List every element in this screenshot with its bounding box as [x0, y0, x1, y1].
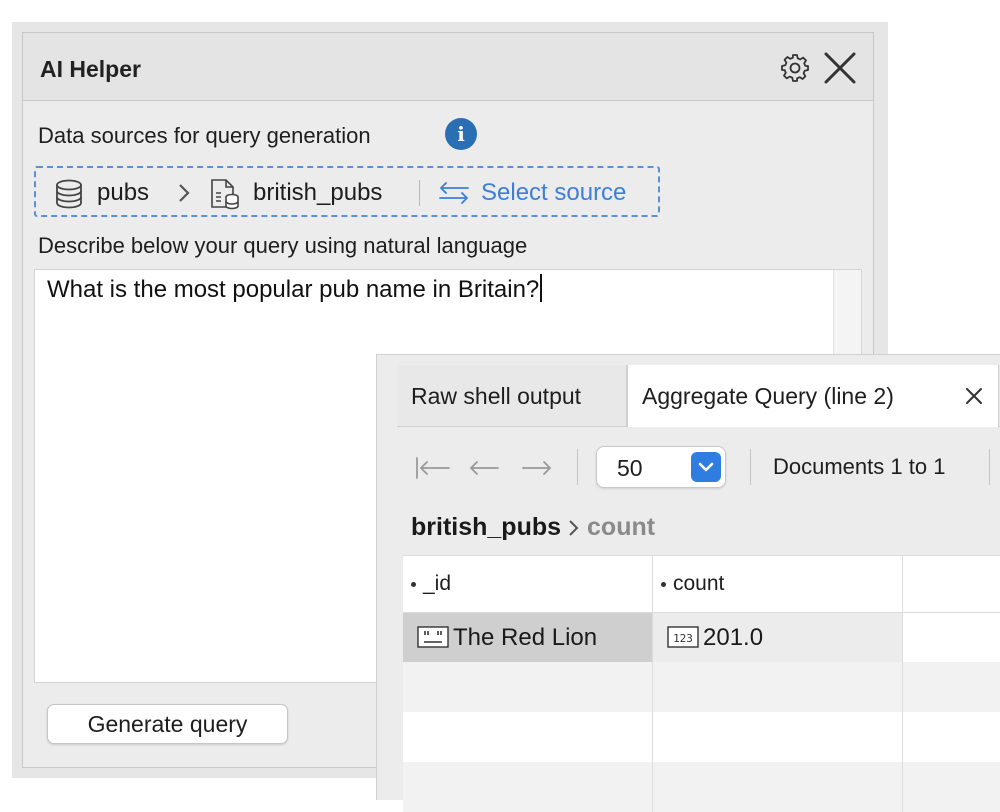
svg-text:123: 123	[673, 632, 693, 645]
generate-query-button[interactable]: Generate query	[47, 704, 288, 744]
text-caret	[540, 274, 543, 302]
divider	[577, 449, 578, 485]
database-icon	[56, 179, 82, 209]
gear-icon[interactable]	[779, 52, 811, 84]
collection-icon	[211, 179, 239, 210]
tab-label: Aggregate Query (line 2)	[642, 383, 894, 409]
results-tabbar: Raw shell output Aggregate Query (line 2…	[397, 365, 1000, 428]
tab-aggregate-query[interactable]: Aggregate Query (line 2)	[627, 365, 999, 428]
page-size-value: 50	[617, 455, 643, 481]
select-source-link[interactable]: Select source	[481, 179, 626, 207]
cell-empty	[903, 712, 1000, 762]
data-source-selector: pubs british_pubs Select source	[34, 166, 660, 217]
cell-empty	[403, 762, 653, 812]
page-size-select[interactable]: 50	[596, 446, 726, 488]
table-row	[403, 762, 1000, 812]
chevron-right-icon	[569, 519, 579, 536]
cell-empty	[903, 613, 1000, 663]
column-header-label: _id	[423, 572, 452, 595]
breadcrumb: british_pubs count	[411, 513, 655, 547]
column-header-count[interactable]: count	[653, 556, 903, 612]
cell-empty	[653, 762, 903, 812]
results-panel: Raw shell output Aggregate Query (line 2…	[376, 354, 1000, 812]
ai-helper-title: AI Helper	[40, 56, 141, 82]
cell-empty	[903, 762, 1000, 812]
column-header-id[interactable]: _id	[403, 556, 653, 612]
next-page-icon[interactable]	[521, 457, 553, 479]
cell-value: 201.0	[703, 624, 764, 651]
column-header-label: count	[673, 572, 725, 595]
number-type-icon: 123	[667, 626, 699, 648]
cell-empty	[903, 662, 1000, 712]
cell-empty	[403, 712, 653, 762]
cell-empty	[653, 712, 903, 762]
string-type-icon	[417, 626, 449, 648]
cell-count[interactable]: 123 201.0	[653, 613, 903, 663]
results-toolbar: 50 Documents 1 to 1	[397, 427, 1000, 505]
dropdown-button[interactable]	[691, 452, 721, 482]
results-grid: _id count The Red Lion 123 201.0	[403, 555, 1000, 812]
field-dot	[661, 581, 666, 587]
column-header-empty	[903, 556, 1000, 612]
tab-label: Raw shell output	[411, 383, 582, 409]
collection-name[interactable]: british_pubs	[253, 179, 382, 207]
breadcrumb-collection[interactable]: british_pubs	[411, 513, 561, 541]
breadcrumb-field[interactable]: count	[587, 513, 655, 541]
data-sources-label: Data sources for query generation	[38, 123, 371, 148]
table-row	[403, 712, 1000, 762]
tab-raw-shell-output[interactable]: Raw shell output	[397, 365, 627, 427]
first-page-icon[interactable]	[415, 457, 451, 479]
table-row	[403, 662, 1000, 712]
cell-empty	[403, 662, 653, 712]
cell-id[interactable]: The Red Lion	[403, 613, 653, 663]
swap-icon[interactable]	[437, 182, 471, 204]
field-dot	[411, 581, 416, 587]
describe-query-label: Describe below your query using natural …	[38, 233, 528, 258]
chevron-right-icon	[179, 184, 190, 202]
info-icon[interactable]: i	[445, 118, 477, 150]
divider	[989, 449, 990, 485]
query-text[interactable]: What is the most popular pub name in Bri…	[47, 274, 543, 304]
chevron-down-icon	[698, 462, 714, 472]
cell-empty	[653, 662, 903, 712]
documents-range: Documents 1 to 1	[773, 454, 946, 479]
previous-page-icon[interactable]	[468, 457, 500, 479]
divider	[419, 180, 420, 206]
table-row[interactable]: The Red Lion 123 201.0	[403, 612, 1000, 663]
ai-helper-header: AI Helper	[23, 33, 873, 101]
close-icon[interactable]	[963, 385, 985, 407]
divider	[750, 449, 751, 485]
cell-value: The Red Lion	[453, 624, 598, 651]
close-icon[interactable]	[823, 51, 857, 85]
database-name[interactable]: pubs	[97, 179, 149, 207]
